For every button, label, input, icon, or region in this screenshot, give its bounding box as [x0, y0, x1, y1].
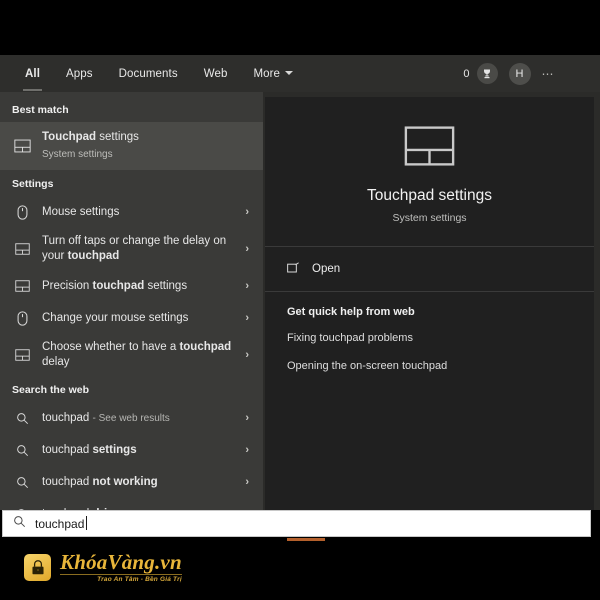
- results-list: Best match Touchpad settings System sett…: [0, 92, 263, 510]
- open-button[interactable]: Open: [265, 247, 594, 291]
- result-label: Precision touchpad settings: [42, 279, 235, 294]
- trophy-icon: [477, 63, 498, 84]
- mouse-icon: [12, 202, 32, 222]
- touchpad-icon: [12, 345, 32, 365]
- padlock-icon: [24, 554, 51, 581]
- chevron-right-icon: ›: [245, 312, 255, 324]
- ellipsis-icon[interactable]: ⋯: [542, 67, 555, 81]
- help-link[interactable]: Fixing touchpad problems: [287, 332, 572, 344]
- help-link[interactable]: Opening the on-screen touchpad: [287, 360, 572, 372]
- account-area: 0 H ⋯: [463, 63, 600, 85]
- settings-result-row[interactable]: Turn off taps or change the delay on you…: [0, 228, 263, 270]
- tab-all[interactable]: All: [12, 59, 53, 89]
- search-input[interactable]: touchpad: [2, 510, 591, 537]
- search-the-web-header: Search the web: [0, 376, 263, 402]
- tab-web[interactable]: Web: [191, 59, 241, 89]
- search-icon: [12, 408, 32, 428]
- watermark-name: KhóaVàng.vn: [60, 552, 182, 572]
- result-label: Choose whether to have a touchpad delay: [42, 340, 235, 370]
- start-search-flyout: All Apps Documents Web More 0: [0, 55, 600, 510]
- touchpad-icon: [275, 125, 584, 167]
- open-external-icon: [287, 260, 300, 278]
- search-input-value: touchpad: [35, 517, 84, 531]
- touchpad-icon: [12, 239, 32, 259]
- search-filter-tabbar: All Apps Documents Web More 0: [0, 55, 600, 92]
- best-match-header: Best match: [0, 96, 263, 122]
- quick-help-section: Get quick help from web Fixing touchpad …: [265, 292, 594, 398]
- result-subtitle: System settings: [42, 147, 255, 162]
- result-label: touchpad - See web results: [42, 411, 235, 426]
- flyout-body: Best match Touchpad settings System sett…: [0, 92, 600, 510]
- touchpad-icon: [12, 136, 32, 156]
- watermark-logo: KhóaVàng.vn Trao An Tâm - Bền Giá Trị: [24, 552, 182, 583]
- chevron-right-icon: ›: [245, 476, 255, 488]
- chevron-right-icon: ›: [245, 444, 255, 456]
- tab-documents[interactable]: Documents: [106, 59, 191, 89]
- result-label: Change your mouse settings: [42, 311, 235, 326]
- preview-panel: Touchpad settings System settings Open: [265, 97, 594, 510]
- chevron-right-icon: ›: [245, 412, 255, 424]
- quick-help-title: Get quick help from web: [287, 306, 572, 318]
- tab-all-label: All: [25, 68, 40, 80]
- result-title-bold: Touchpad: [42, 131, 96, 143]
- tab-more[interactable]: More: [240, 59, 306, 89]
- result-label: touchpad settings: [42, 443, 235, 458]
- screen: All Apps Documents Web More 0: [0, 0, 600, 600]
- web-result-row[interactable]: touchpad settings ›: [0, 434, 263, 466]
- rewards-widget[interactable]: 0: [463, 63, 497, 84]
- settings-result-row[interactable]: Change your mouse settings ›: [0, 302, 263, 334]
- search-icon: [13, 515, 26, 533]
- tab-apps[interactable]: Apps: [53, 59, 106, 89]
- settings-results: Mouse settings › Turn off taps or change t…: [0, 196, 263, 376]
- chevron-right-icon: ›: [245, 349, 255, 361]
- tab-apps-label: Apps: [66, 68, 93, 80]
- mouse-icon: [12, 308, 32, 328]
- web-result-row[interactable]: touchpad - See web results ›: [0, 402, 263, 434]
- result-title: Touchpad settings System settings: [42, 130, 255, 162]
- preview-subtitle: System settings: [275, 212, 584, 224]
- web-result-row[interactable]: touchpad driver›: [0, 498, 263, 510]
- search-icon: [12, 440, 32, 460]
- open-label: Open: [312, 263, 340, 275]
- web-result-row[interactable]: touchpad not working ›: [0, 466, 263, 498]
- avatar-initial: H: [516, 68, 524, 80]
- settings-result-row[interactable]: Choose whether to have a touchpad delay ›: [0, 334, 263, 376]
- preview-title: Touchpad settings: [275, 187, 584, 205]
- result-title-rest: settings: [96, 131, 139, 143]
- chevron-right-icon: ›: [245, 206, 255, 218]
- settings-result-row[interactable]: Precision touchpad settings ›: [0, 270, 263, 302]
- tab-documents-label: Documents: [119, 68, 178, 80]
- chevron-right-icon: ›: [245, 243, 255, 255]
- search-icon: [12, 472, 32, 492]
- chevron-right-icon: ›: [245, 280, 255, 292]
- watermark-text: KhóaVàng.vn Trao An Tâm - Bền Giá Trị: [60, 552, 182, 583]
- preview-hero: Touchpad settings System settings: [265, 97, 594, 246]
- tab-web-label: Web: [204, 68, 228, 80]
- web-results: touchpad - See web results›touchpad sett…: [0, 402, 263, 510]
- avatar[interactable]: H: [509, 63, 531, 85]
- result-label: Turn off taps or change the delay on you…: [42, 234, 235, 264]
- taskbar-accent-bar: [287, 538, 325, 541]
- tab-more-label: More: [253, 68, 280, 80]
- settings-result-row[interactable]: Mouse settings ›: [0, 196, 263, 228]
- touchpad-icon: [12, 276, 32, 296]
- result-best-match-touchpad-settings[interactable]: Touchpad settings System settings: [0, 122, 263, 170]
- result-label: Mouse settings: [42, 205, 235, 220]
- watermark-tagline: Trao An Tâm - Bền Giá Trị: [60, 574, 182, 583]
- chevron-down-icon: [285, 71, 293, 75]
- settings-header: Settings: [0, 170, 263, 196]
- result-label: touchpad not working: [42, 475, 235, 490]
- rewards-count: 0: [463, 68, 469, 80]
